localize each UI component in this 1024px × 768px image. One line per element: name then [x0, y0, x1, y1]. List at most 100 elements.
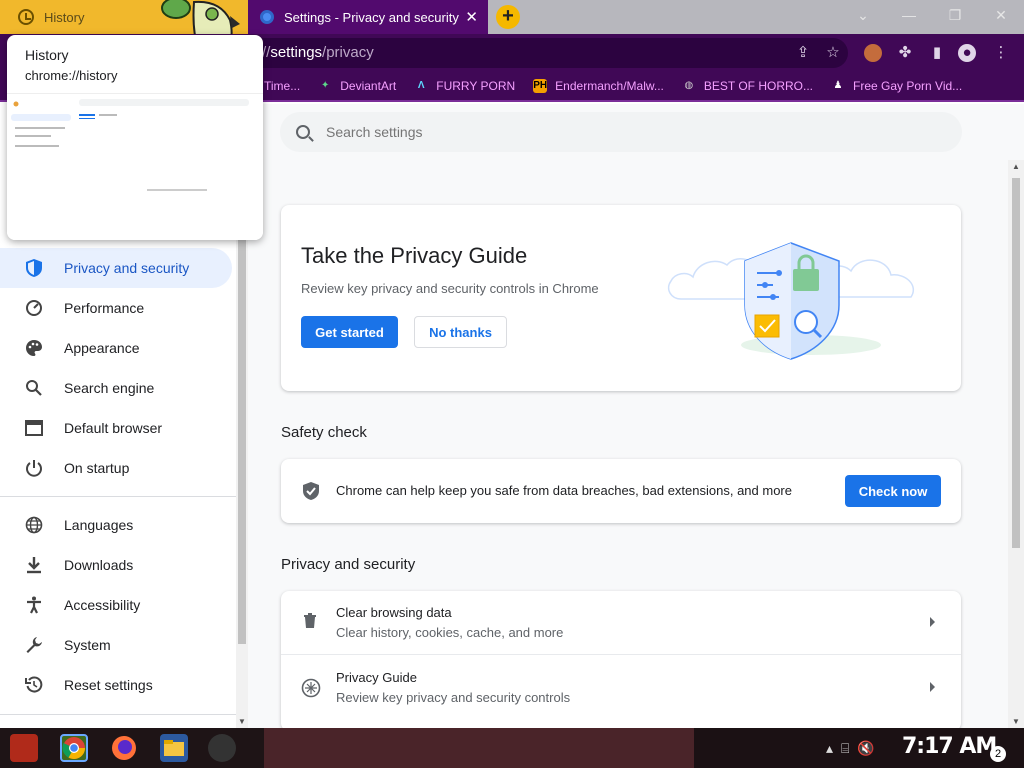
sidebar-item-label: Privacy and security: [64, 260, 190, 276]
tab-settings[interactable]: Settings - Privacy and security ✕: [248, 0, 488, 34]
sidebar-item-performance[interactable]: Performance: [0, 288, 232, 328]
sidebar-item-label: On startup: [64, 460, 130, 476]
shield-icon: [24, 258, 44, 278]
sidebar-item-default-browser[interactable]: Default browser: [0, 408, 232, 448]
extension-avatar-icon[interactable]: [864, 44, 882, 62]
menu-icon[interactable]: ⋮: [992, 44, 1010, 62]
privacy-guide-subtitle: Review key privacy and security controls…: [301, 281, 599, 296]
side-panel-icon[interactable]: ▮: [928, 44, 946, 62]
sidebar-divider: [0, 714, 236, 715]
accessibility-icon: [24, 595, 44, 615]
bookmark-label: Endermanch/Malw...: [555, 79, 664, 93]
download-icon: [24, 555, 44, 575]
globe-icon: [24, 515, 44, 535]
bookmark-item[interactable]: Time...: [264, 79, 300, 93]
taskbar-middle: [264, 728, 694, 768]
sidebar-item-label: System: [64, 637, 111, 653]
palette-icon: [24, 338, 44, 358]
bookmark-label: BEST OF HORRO...: [703, 79, 814, 93]
privacy-section-heading: Privacy and security: [281, 556, 416, 573]
scroll-down-arrow-icon[interactable]: ▼: [1012, 717, 1020, 726]
tab-strip: History Settings - Privacy and security …: [0, 0, 1024, 60]
row-subtitle: Clear history, cookies, cache, and more: [336, 625, 564, 640]
file-explorer-icon[interactable]: [160, 734, 188, 762]
bookmark-item[interactable]: Λ FURRY PORN: [414, 79, 515, 93]
sidebar-item-system[interactable]: System: [0, 625, 232, 665]
sidebar-item-languages[interactable]: Languages: [0, 505, 232, 545]
start-button-icon[interactable]: [10, 734, 38, 762]
app-icon[interactable]: [208, 734, 236, 762]
scroll-up-arrow-icon[interactable]: ▲: [1012, 162, 1020, 171]
tab-settings-label: Settings - Privacy and security: [284, 9, 459, 25]
search-icon: [296, 125, 310, 139]
search-icon: [24, 378, 44, 398]
settings-gear-icon: [260, 10, 274, 24]
url-path-rest: /privacy: [322, 44, 374, 61]
tab-history[interactable]: History: [0, 0, 248, 60]
privacy-guide-card: Take the Privacy Guide Review key privac…: [281, 205, 961, 391]
hover-card-url: chrome://history: [25, 68, 118, 83]
sidebar-item-accessibility[interactable]: Accessibility: [0, 585, 232, 625]
privacy-settings-card: Clear browsing data Clear history, cooki…: [281, 591, 961, 731]
bookmark-item[interactable]: PH Endermanch/Malw...: [533, 79, 664, 93]
share-icon[interactable]: ⇪: [794, 44, 812, 62]
sidebar-item-label: Search engine: [64, 380, 155, 396]
sidebar-item-label: Accessibility: [64, 597, 141, 613]
notification-badge[interactable]: 2: [990, 746, 1006, 762]
bookmark-label: Time...: [264, 79, 301, 93]
bookmark-label: DeviantArt: [340, 79, 397, 93]
main-scrollbar[interactable]: ▲ ▼: [1008, 160, 1024, 728]
bookmark-item[interactable]: ◍ BEST OF HORRO...: [682, 79, 814, 93]
sidebar-item-label: Default browser: [64, 420, 163, 436]
puzzle-icon[interactable]: ✤: [896, 44, 914, 62]
search-settings-box[interactable]: [280, 112, 962, 152]
clear-browsing-data-row[interactable]: Clear browsing data Clear history, cooki…: [281, 591, 961, 655]
history-page-preview: [11, 99, 249, 191]
tab-close-icon[interactable]: ✕: [465, 8, 478, 26]
profile-icon[interactable]: ●: [958, 44, 976, 62]
reset-icon: [24, 675, 44, 695]
sidebar-item-label: Downloads: [64, 557, 134, 573]
tab-preview-thumbnail: [7, 93, 263, 240]
speedometer-icon: [24, 298, 44, 318]
sidebar-item-reset-settings[interactable]: Reset settings: [0, 665, 232, 705]
sidebar-item-label: Reset settings: [64, 677, 153, 693]
sidebar-item-downloads[interactable]: Downloads: [0, 545, 232, 585]
bookmark-site-icon: ♟: [833, 80, 843, 91]
sidebar-item-search-engine[interactable]: Search engine: [0, 368, 232, 408]
privacy-guide-title: Take the Privacy Guide: [301, 243, 528, 268]
close-window-button[interactable]: ✕: [978, 0, 1024, 34]
tab-search-icon[interactable]: ⌄: [840, 0, 886, 34]
firefox-icon[interactable]: [110, 734, 138, 762]
bookmark-label: Free Gay Porn Vid...: [853, 79, 963, 93]
compass-icon: [301, 678, 321, 698]
no-thanks-button[interactable]: No thanks: [414, 316, 507, 348]
arrow-right-icon: [930, 617, 935, 627]
restore-button[interactable]: ❐: [932, 0, 978, 34]
arrow-right-icon: [930, 682, 935, 692]
chrome-icon[interactable]: [60, 734, 88, 762]
sidebar-item-on-startup[interactable]: On startup: [0, 448, 232, 488]
sidebar-item-label: Appearance: [64, 340, 140, 356]
safety-check-text: Chrome can help keep you safe from data …: [336, 483, 792, 498]
safety-check-card: Chrome can help keep you safe from data …: [281, 459, 961, 523]
row-title: Clear browsing data: [336, 605, 452, 620]
mascot-image: [150, 0, 242, 60]
main-scroll-thumb[interactable]: [1012, 178, 1020, 548]
scroll-down-arrow-icon[interactable]: ▼: [238, 717, 246, 726]
sidebar-item-privacy[interactable]: Privacy and security: [0, 248, 232, 288]
deviantart-icon: ✦: [321, 80, 330, 91]
check-now-button[interactable]: Check now: [845, 475, 941, 507]
bookmark-item[interactable]: ✦ DeviantArt: [318, 79, 396, 93]
taskbar-clock[interactable]: 7:17 AM: [902, 734, 997, 759]
url-path-main: settings: [270, 44, 323, 61]
star-icon[interactable]: ☆: [824, 44, 842, 62]
new-tab-button[interactable]: +: [496, 5, 520, 29]
privacy-guide-row[interactable]: Privacy Guide Review key privacy and sec…: [281, 656, 961, 720]
get-started-button[interactable]: Get started: [301, 316, 398, 348]
bookmark-item[interactable]: ♟ Free Gay Porn Vid...: [831, 79, 963, 93]
sidebar-item-appearance[interactable]: Appearance: [0, 328, 232, 368]
address-bar[interactable]: //settings/privacy: [248, 38, 848, 68]
minimize-button[interactable]: —: [886, 0, 932, 34]
search-input[interactable]: [326, 124, 886, 140]
